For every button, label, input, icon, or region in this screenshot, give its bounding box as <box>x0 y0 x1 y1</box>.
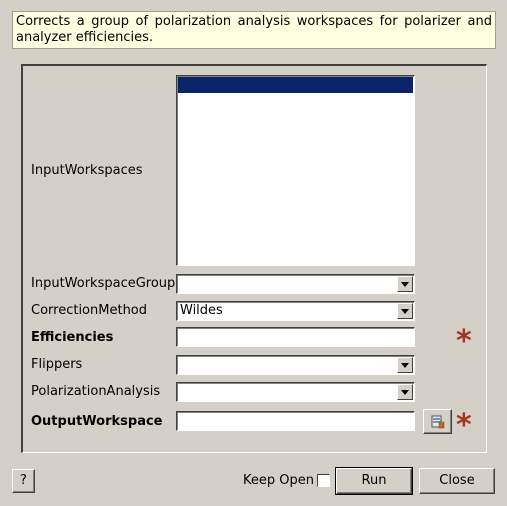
run-button[interactable]: Run <box>335 467 413 495</box>
close-button[interactable]: Close <box>419 468 495 494</box>
chevron-down-icon[interactable] <box>397 276 413 292</box>
correction-method-value: Wildes <box>180 303 223 318</box>
chevron-down-icon[interactable] <box>397 384 413 400</box>
input-workspaces-label: InputWorkspaces <box>31 163 143 178</box>
keep-open-checkbox[interactable] <box>317 474 330 487</box>
input-workspace-group-label: InputWorkspaceGroup <box>31 276 176 291</box>
output-workspace-label: OutputWorkspace <box>31 414 163 429</box>
correction-method-combo[interactable]: Wildes <box>176 301 415 321</box>
keep-open-label: Keep Open <box>243 473 314 488</box>
output-workspace-input[interactable] <box>176 411 415 431</box>
efficiencies-label: Efficiencies <box>31 330 114 345</box>
selected-list-item[interactable] <box>178 77 413 93</box>
correction-method-label: CorrectionMethod <box>31 303 148 318</box>
workspace-icon <box>431 415 445 429</box>
flippers-combo[interactable] <box>176 355 415 375</box>
input-workspaces-list[interactable] <box>176 75 415 266</box>
flippers-label: Flippers <box>31 357 83 372</box>
efficiencies-required-star: * <box>456 324 472 359</box>
polarization-analysis-label: PolarizationAnalysis <box>31 384 161 399</box>
polarization-analysis-combo[interactable] <box>176 382 415 402</box>
chevron-down-icon[interactable] <box>397 303 413 319</box>
efficiencies-input[interactable] <box>176 327 415 347</box>
input-workspace-group-combo[interactable] <box>176 274 415 294</box>
algorithm-description: Corrects a group of polarization analysi… <box>12 11 496 49</box>
replace-input-workspace-button[interactable] <box>423 409 452 434</box>
help-button[interactable]: ? <box>12 469 35 493</box>
output-workspace-required-star: * <box>456 408 472 443</box>
chevron-down-icon[interactable] <box>397 357 413 373</box>
